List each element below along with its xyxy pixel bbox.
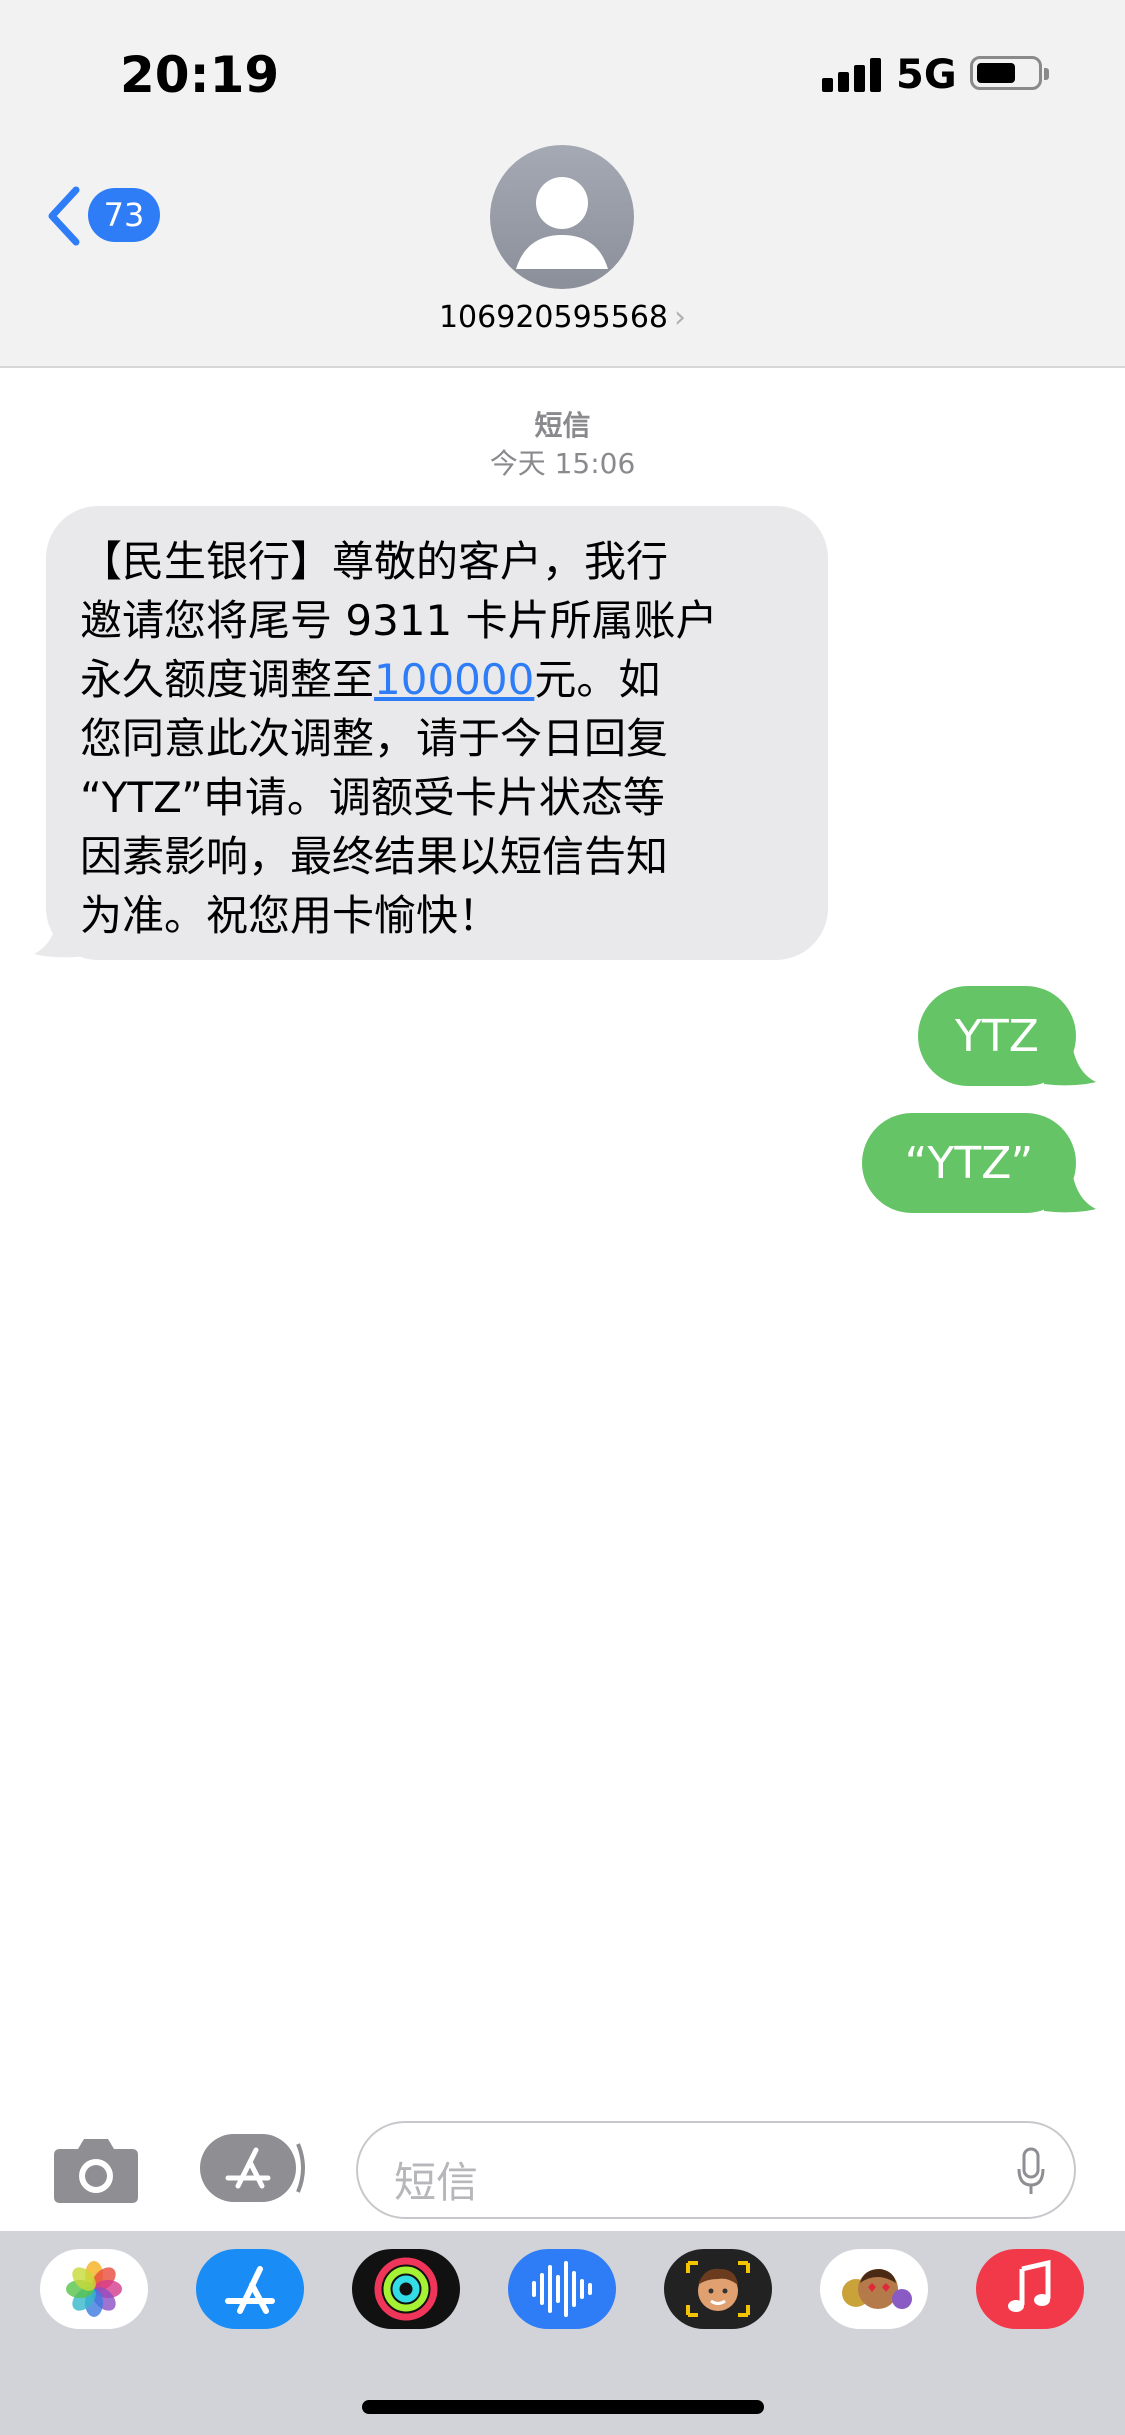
unread-count-badge[interactable]: 73: [88, 188, 160, 242]
voice-memos-icon[interactable]: [508, 2249, 616, 2329]
activity-icon[interactable]: [352, 2249, 460, 2329]
message-input-placeholder: 短信: [394, 2158, 479, 2207]
home-indicator[interactable]: [362, 2400, 764, 2414]
app-store-icon[interactable]: [198, 2132, 306, 2204]
microphone-icon[interactable]: [1016, 2147, 1046, 2197]
network-type: 5G: [896, 52, 957, 98]
chevron-right-icon: ›: [674, 300, 687, 335]
contact-avatar[interactable]: [490, 145, 634, 289]
service-label: 短信: [534, 409, 591, 442]
message-line: 永久额度调整至100000元。如: [80, 650, 804, 709]
memoji-icon[interactable]: [664, 2249, 772, 2329]
person-icon: [516, 177, 608, 269]
message-line: 为准。祝您用卡愉快！: [80, 891, 501, 940]
message-timestamp: 今天 15:06: [489, 447, 636, 480]
music-icon[interactable]: [976, 2249, 1084, 2329]
cellular-signal-icon: [822, 58, 884, 92]
message-line: “YTZ”申请。调额受卡片状态等: [80, 773, 665, 822]
camera-icon[interactable]: [52, 2135, 140, 2205]
outgoing-message-bubble[interactable]: YTZ: [918, 986, 1076, 1086]
conversation-header: 20:19 5G 73 106920595568 ›: [0, 0, 1125, 368]
message-input[interactable]: 短信: [356, 2121, 1076, 2219]
amount-link[interactable]: 100000: [374, 655, 534, 704]
contact-name[interactable]: 106920595568 ›: [0, 300, 1125, 335]
status-time: 20:19: [120, 46, 280, 104]
back-chevron-icon[interactable]: [44, 186, 84, 246]
message-line: 邀请您将尾号 9311 卡片所属账户: [80, 596, 718, 645]
animoji-stickers-icon[interactable]: [820, 2249, 928, 2329]
app-store-icon[interactable]: [196, 2249, 304, 2329]
message-line: 【民生银行】尊敬的客户，我行: [80, 537, 669, 586]
contact-number: 106920595568: [438, 300, 669, 335]
incoming-message-bubble[interactable]: 【民生银行】尊敬的客户，我行 邀请您将尾号 9311 卡片所属账户 永久额度调整…: [46, 506, 828, 960]
message-text: 元。如: [534, 655, 661, 704]
photos-icon[interactable]: [40, 2249, 148, 2329]
message-line: 您同意此次调整，请于今日回复: [80, 714, 669, 763]
outgoing-message-bubble[interactable]: “YTZ”: [862, 1113, 1076, 1213]
message-text: 永久额度调整至: [80, 655, 375, 704]
battery-icon: [970, 56, 1049, 90]
message-line: 因素影响，最终结果以短信告知: [80, 832, 669, 881]
